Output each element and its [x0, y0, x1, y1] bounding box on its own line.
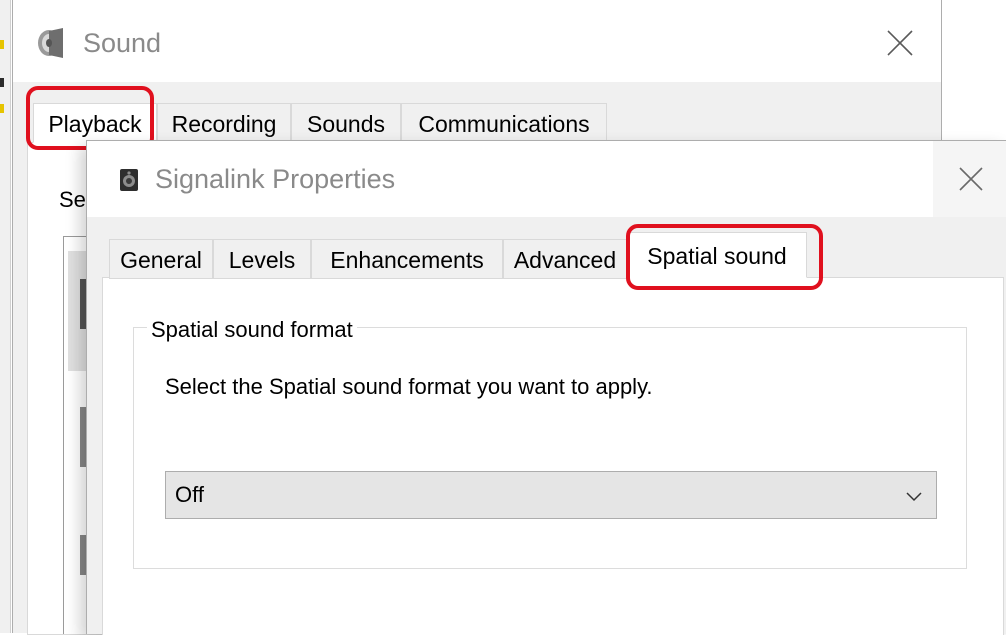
background-mark	[0, 104, 4, 113]
highlight-spatial-sound	[626, 224, 823, 290]
tab-sounds[interactable]: Sounds	[291, 103, 401, 143]
close-icon	[959, 167, 983, 191]
close-button[interactable]	[933, 141, 1006, 217]
sound-titlebar: Sound	[13, 0, 941, 82]
close-icon[interactable]	[885, 28, 915, 58]
spatial-sound-format-group	[133, 327, 967, 569]
tab-general[interactable]: General	[109, 239, 213, 279]
window-title: Sound	[83, 28, 162, 58]
tab-levels[interactable]: Levels	[213, 239, 311, 279]
partial-label: Se	[59, 187, 86, 212]
select-value: Off	[175, 482, 204, 507]
dialog-title: Signalink Properties	[155, 164, 396, 194]
speaker-icon	[37, 28, 65, 58]
group-description: Select the Spatial sound format you want…	[165, 374, 653, 399]
tab-communications[interactable]: Communications	[401, 103, 607, 143]
chevron-down-icon	[906, 489, 922, 502]
background-window-edge	[0, 0, 11, 633]
tab-recording[interactable]: Recording	[157, 103, 291, 143]
tab-enhancements[interactable]: Enhancements	[311, 239, 503, 279]
speaker-device-icon	[119, 168, 139, 192]
group-legend: Spatial sound format	[147, 317, 357, 343]
spatial-sound-format-select[interactable]: Off	[165, 471, 937, 519]
properties-dialog: Signalink Properties General Levels Enha…	[86, 140, 1006, 635]
tab-advanced[interactable]: Advanced	[503, 239, 627, 279]
background-mark	[0, 78, 4, 87]
properties-titlebar: Signalink Properties	[87, 141, 1006, 217]
background-mark	[0, 40, 4, 49]
